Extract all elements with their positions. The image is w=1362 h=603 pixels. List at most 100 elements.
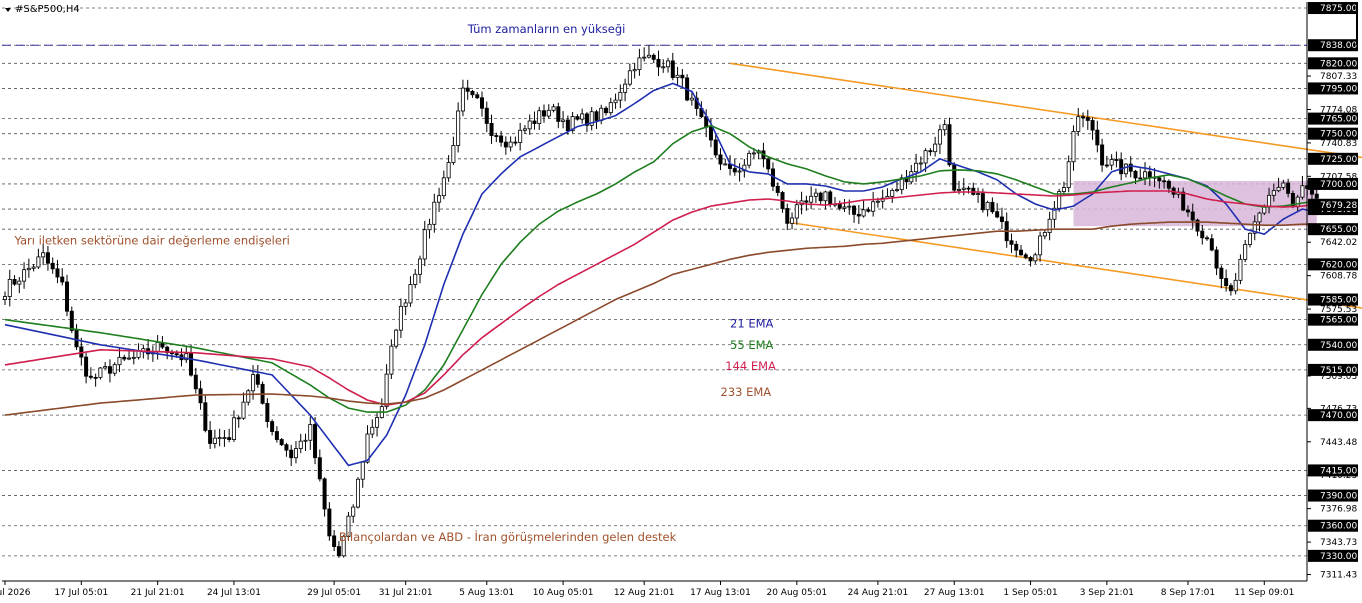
candle-body (475, 94, 480, 99)
candle-body (556, 106, 561, 122)
time-tick-label: 20 Aug 05:01 (766, 588, 827, 598)
candle-body (537, 110, 542, 124)
candle-body (866, 209, 871, 212)
candle-body (737, 170, 742, 173)
price-level-tag-label: 7838.00 (1320, 41, 1357, 51)
candle-body (1228, 285, 1233, 292)
candle-body (813, 192, 818, 197)
candle-body (332, 535, 337, 547)
candle-body (990, 201, 995, 213)
candle-body (966, 187, 971, 190)
price-level-tag-label: 7515.00 (1320, 366, 1357, 376)
candle-body (494, 135, 499, 137)
candle-body (766, 158, 771, 170)
annotation-text: 233 EMA (721, 385, 772, 399)
candle-body (794, 204, 799, 219)
candle-body (1071, 131, 1076, 163)
candle-body (646, 54, 651, 58)
candle-body (1181, 191, 1186, 211)
candle-body (785, 208, 790, 224)
candle-body (637, 57, 642, 71)
price-level-tag-label: 7700.00 (1320, 180, 1357, 190)
time-tick-label: 24 Aug 21:01 (848, 588, 909, 598)
candle-body (1066, 161, 1071, 188)
candle-body (131, 356, 136, 359)
candle-body (432, 201, 437, 225)
candle-body (1247, 232, 1252, 245)
candle-body (231, 417, 236, 440)
candle-body (270, 421, 275, 432)
candle-body (222, 437, 227, 440)
candle-body (293, 448, 298, 459)
price-chart[interactable]: Tüm zamanların en yükseği Yarı iletken se… (0, 0, 1362, 603)
candle-body (22, 269, 27, 282)
candle-body (351, 506, 356, 517)
candle-body (308, 424, 313, 441)
candle-body (1267, 194, 1272, 207)
price-level-tag-label: 7750.00 (1320, 130, 1357, 140)
candle-body (375, 417, 380, 428)
price-level-tag-label: 7470.00 (1320, 411, 1357, 421)
candle-body (1076, 116, 1081, 132)
candle-body (1119, 159, 1124, 175)
candle-body (551, 106, 556, 111)
candle-body (370, 426, 375, 435)
price-level-tag-label: 7620.00 (1320, 260, 1357, 270)
candle-body (718, 154, 723, 165)
candle-body (751, 152, 756, 155)
candle-body (1033, 254, 1038, 262)
candle-body (894, 189, 899, 192)
candle-body (84, 356, 89, 377)
candle-body (31, 266, 36, 269)
candle-body (189, 353, 194, 376)
time-tick-label: 24 Jul 13:01 (207, 588, 261, 598)
candle-body (713, 139, 718, 156)
candle-body (451, 145, 456, 163)
annotation-text: 55 EMA (730, 338, 773, 352)
candle-body (508, 141, 513, 148)
price-level-tag-label: 7725.00 (1320, 155, 1357, 165)
price-tick-label: 7343.73 (1320, 538, 1357, 548)
time-tick-label: 8 Sep 17:01 (1161, 588, 1215, 598)
candle-body (856, 213, 861, 217)
candle-body (303, 439, 308, 442)
candle-body (670, 60, 675, 78)
price-tick-label: 7608.78 (1320, 272, 1357, 282)
candle-body (1028, 257, 1033, 262)
time-tick-label: 11 Sep 09:01 (1234, 588, 1294, 598)
candle-body (1286, 182, 1291, 194)
candle-body (532, 120, 537, 124)
candle-body (317, 457, 322, 480)
candle-body (122, 356, 127, 360)
candle-body (503, 141, 508, 148)
candle-body (441, 177, 446, 197)
last-price-label: 7679.28 (1320, 201, 1357, 211)
candle-body (847, 205, 852, 208)
candle-body (26, 267, 31, 271)
time-tick-label: 14 Jul 2026 (0, 588, 31, 598)
candle-body (1166, 180, 1171, 189)
candle-body (417, 258, 422, 275)
candle-body (389, 345, 394, 375)
time-tick-label: 5 Aug 13:01 (459, 588, 514, 598)
candle-body (527, 120, 532, 130)
candle-body (957, 189, 962, 191)
candle-body (818, 192, 823, 202)
time-tick-label: 10 Aug 05:01 (533, 588, 594, 598)
candle-body (976, 193, 981, 195)
candle-body (632, 69, 637, 72)
candle-body (456, 110, 461, 146)
candle-body (1047, 218, 1052, 233)
candle-body (828, 191, 833, 205)
time-tick-label: 1 Sep 05:01 (1003, 588, 1057, 598)
candle-body (542, 110, 547, 117)
candle-body (565, 119, 570, 132)
candle-body (437, 195, 442, 203)
candle-body (246, 390, 251, 403)
candle-body (522, 128, 527, 131)
price-level-tag-label: 7795.00 (1320, 84, 1357, 94)
candle-body (1095, 129, 1100, 146)
candle-body (1038, 235, 1043, 256)
candle-body (890, 189, 895, 197)
candle-body (947, 124, 952, 166)
